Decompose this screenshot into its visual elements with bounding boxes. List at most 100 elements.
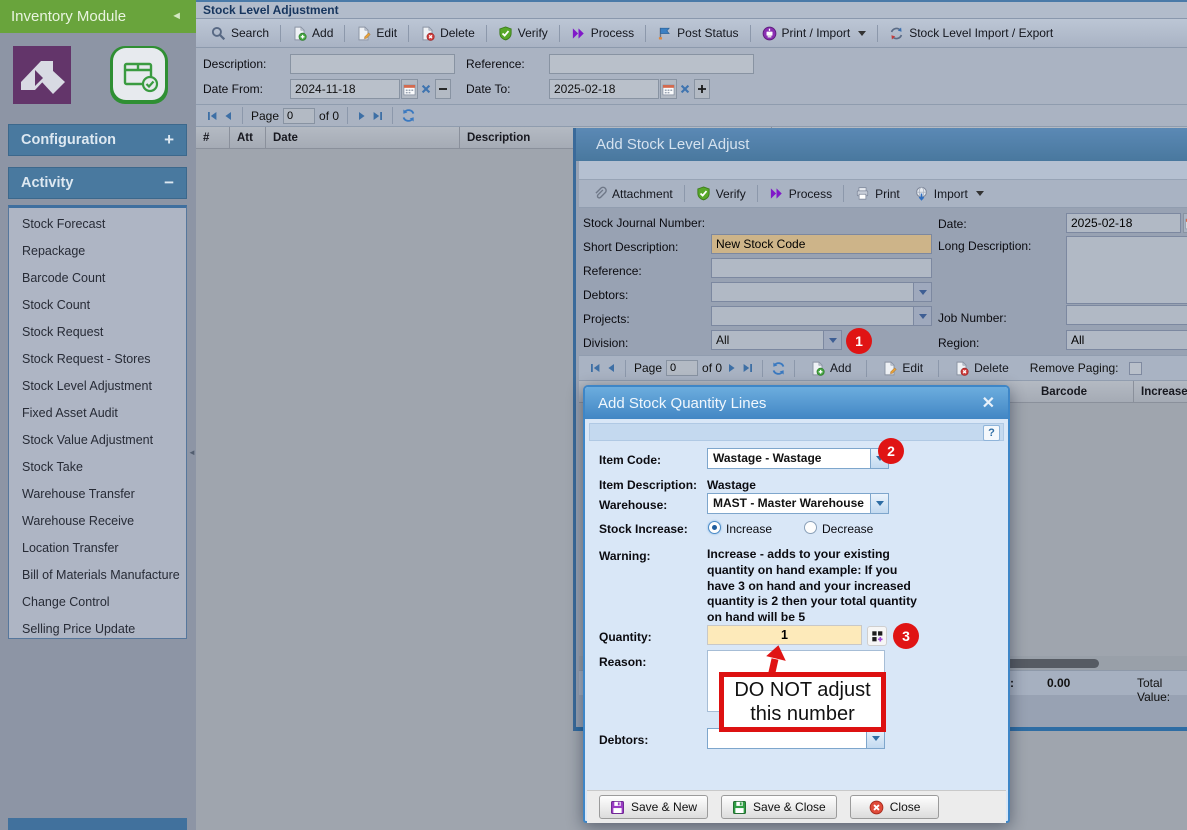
process-button[interactable]: Process: [762, 183, 839, 205]
date-input[interactable]: [1066, 213, 1181, 233]
line-delete-button[interactable]: Delete: [947, 357, 1016, 379]
debtors-select[interactable]: [711, 282, 932, 302]
description-filter-input[interactable]: [290, 54, 455, 74]
save-and-new-button[interactable]: Save & New: [599, 795, 708, 819]
long-description-label: Long Description:: [938, 239, 1031, 253]
date-calendar-button[interactable]: [1183, 213, 1187, 233]
dropdown-button[interactable]: [913, 283, 931, 301]
sidebar-item-selling-price-update[interactable]: Selling Price Update: [22, 622, 182, 642]
first-page-icon[interactable]: [206, 110, 218, 122]
date-from-minus-button[interactable]: [435, 79, 451, 99]
increase-radio-label[interactable]: Increase: [726, 522, 772, 536]
sidebar-section-configuration[interactable]: Configuration +: [8, 124, 187, 156]
long-description-textarea[interactable]: [1066, 236, 1187, 304]
warehouse-select[interactable]: MAST - Master Warehouse: [707, 493, 889, 514]
line-add-button[interactable]: Add: [803, 357, 858, 379]
page-number-input[interactable]: [283, 108, 315, 124]
reference-filter-input[interactable]: [549, 54, 754, 74]
date-from-input[interactable]: [290, 79, 400, 99]
column-header-number[interactable]: #: [196, 127, 230, 149]
column-header-barcode[interactable]: Barcode: [1034, 381, 1134, 403]
print-button[interactable]: Print: [848, 183, 907, 205]
verify-button[interactable]: Verify: [491, 22, 555, 44]
column-header-increase-decrease[interactable]: Increase/Decrease: [1134, 381, 1187, 403]
next-page-icon[interactable]: [356, 110, 368, 122]
column-header-date[interactable]: Date: [266, 127, 460, 149]
refresh-icon[interactable]: [771, 361, 786, 376]
sidebar-item-change-control[interactable]: Change Control: [22, 595, 182, 615]
sidebar-item-stock-take[interactable]: Stock Take: [22, 460, 182, 480]
date-label: Date:: [938, 217, 967, 231]
projects-select[interactable]: [711, 306, 932, 326]
save-and-close-button[interactable]: Save & Close: [721, 795, 837, 819]
edit-button[interactable]: Edit: [349, 22, 404, 44]
sidebar-item-barcode-count[interactable]: Barcode Count: [22, 271, 182, 291]
stock-level-import-export-button[interactable]: Stock Level Import / Export: [882, 22, 1060, 44]
search-button[interactable]: Search: [204, 22, 276, 44]
reference-input[interactable]: [711, 258, 932, 278]
region-input[interactable]: [1066, 330, 1187, 350]
collapse-icon[interactable]: −: [164, 173, 174, 193]
remove-paging-checkbox[interactable]: [1129, 362, 1142, 375]
last-page-icon[interactable]: [372, 110, 384, 122]
verify-button[interactable]: Verify: [689, 183, 753, 205]
sidebar-item-stock-request-stores[interactable]: Stock Request - Stores: [22, 352, 182, 372]
decrease-radio-label[interactable]: Decrease: [822, 522, 873, 536]
division-select[interactable]: All: [711, 330, 842, 350]
sidebar-item-stock-request[interactable]: Stock Request: [22, 325, 182, 345]
sidebar-item-warehouse-receive[interactable]: Warehouse Receive: [22, 514, 182, 534]
next-page-icon[interactable]: [726, 362, 738, 374]
close-button[interactable]: Close: [850, 795, 940, 819]
import-button[interactable]: Import: [907, 183, 991, 205]
date-to-plus-button[interactable]: [694, 79, 710, 99]
sidebar-item-bom-manufacture[interactable]: Bill of Materials Manufacture: [22, 568, 182, 588]
sidebar-item-stock-level-adjustment[interactable]: Stock Level Adjustment: [22, 379, 182, 399]
date-to-input[interactable]: [549, 79, 659, 99]
post-status-button[interactable]: Post Status: [650, 22, 745, 44]
first-page-icon[interactable]: [589, 362, 601, 374]
process-button[interactable]: Process: [564, 22, 641, 44]
attachment-button[interactable]: Attachment: [585, 183, 680, 205]
column-header-attachment[interactable]: Att: [230, 127, 266, 149]
sidebar-item-warehouse-transfer[interactable]: Warehouse Transfer: [22, 487, 182, 507]
date-from-calendar-button[interactable]: [401, 79, 418, 99]
sidebar-section-activity[interactable]: Activity −: [8, 167, 187, 199]
close-icon[interactable]: ✕: [982, 393, 995, 413]
delete-button[interactable]: Delete: [413, 22, 482, 44]
sidebar-item-repackage[interactable]: Repackage: [22, 244, 182, 264]
help-button[interactable]: ?: [983, 425, 1000, 441]
decrease-radio[interactable]: [804, 521, 817, 534]
sidebar-item-fixed-asset-audit[interactable]: Fixed Asset Audit: [22, 406, 182, 426]
sidebar-item-stock-value-adjustment[interactable]: Stock Value Adjustment: [22, 433, 182, 453]
print-import-button[interactable]: Print / Import: [755, 22, 874, 44]
document-delete-icon: [420, 26, 435, 41]
date-to-clear-button[interactable]: [677, 79, 692, 99]
sidebar-collapse-icon[interactable]: ◄: [171, 10, 182, 22]
sidebar-item-stock-forecast[interactable]: Stock Forecast: [22, 217, 182, 237]
splitter-collapse-icon[interactable]: ◄: [188, 446, 196, 460]
refresh-icon[interactable]: [401, 108, 416, 123]
sidebar-item-stock-count[interactable]: Stock Count: [22, 298, 182, 318]
dropdown-button[interactable]: [823, 331, 841, 349]
prev-page-icon[interactable]: [222, 110, 234, 122]
modal-titlebar[interactable]: Add Stock Level Adjust: [576, 128, 1187, 161]
page-number-input[interactable]: [666, 360, 698, 376]
short-description-input[interactable]: [711, 234, 932, 254]
add-button[interactable]: Add: [285, 22, 340, 44]
prev-page-icon[interactable]: [605, 362, 617, 374]
date-to-calendar-button[interactable]: [660, 79, 677, 99]
dropdown-button[interactable]: [913, 307, 931, 325]
job-number-input[interactable]: [1066, 305, 1187, 325]
quantity-pad-button[interactable]: [867, 626, 887, 646]
dropdown-button[interactable]: [870, 494, 888, 513]
line-edit-button[interactable]: Edit: [875, 357, 930, 379]
date-from-clear-button[interactable]: [418, 79, 433, 99]
module-header[interactable]: Inventory Module ◄: [0, 0, 196, 33]
last-page-icon[interactable]: [742, 362, 754, 374]
modal-titlebar[interactable]: Add Stock Quantity Lines ✕: [585, 387, 1008, 419]
sidebar-item-location-transfer[interactable]: Location Transfer: [22, 541, 182, 561]
inventory-app-icon[interactable]: [108, 44, 170, 106]
item-code-select[interactable]: Wastage - Wastage: [707, 448, 889, 469]
increase-radio[interactable]: [708, 521, 721, 534]
expand-icon[interactable]: +: [164, 130, 174, 150]
